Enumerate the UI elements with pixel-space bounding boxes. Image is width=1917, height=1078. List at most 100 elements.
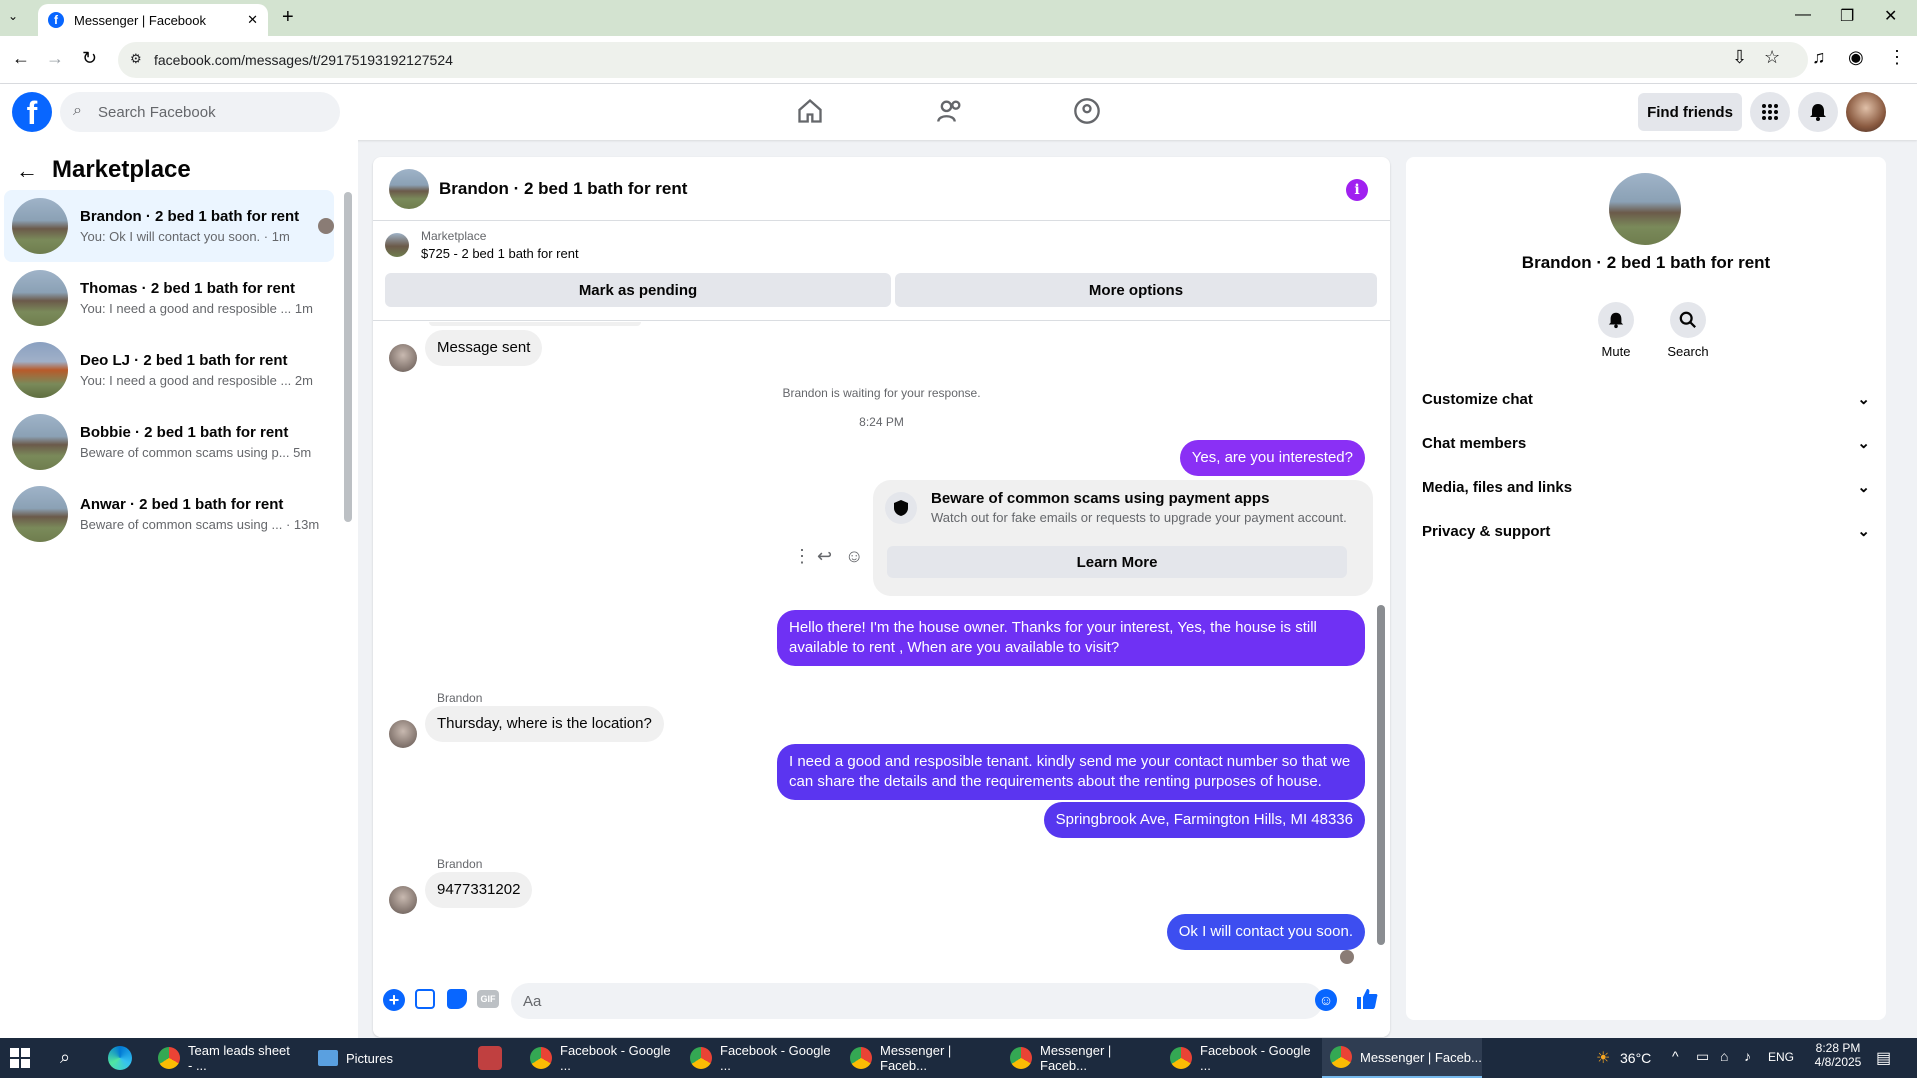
media-control-icon[interactable]: ♫ (1812, 47, 1826, 68)
conversation-item[interactable]: Brandon · 2 bed 1 bath for rent You: Ok … (4, 190, 334, 262)
temperature[interactable]: 36°C (1620, 1050, 1651, 1066)
new-tab-icon[interactable]: + (282, 6, 294, 29)
conversation-preview: You: Ok I will contact you soon. · 1m (80, 229, 290, 244)
sticker-icon[interactable] (447, 989, 467, 1009)
thread-scrollbar[interactable] (1377, 605, 1385, 945)
taskbar-app[interactable]: Facebook - Google ... (522, 1038, 672, 1078)
gif-icon[interactable]: GIF (477, 990, 499, 1008)
browser-tab[interactable]: f Messenger | Facebook ✕ (38, 4, 268, 36)
chat-title[interactable]: Brandon · 2 bed 1 bath for rent (439, 179, 687, 199)
windows-start-icon[interactable] (10, 1048, 30, 1068)
taskbar-app-label: Facebook - Google ... (560, 1043, 671, 1073)
message-bubble[interactable]: 9477331202 (425, 872, 533, 908)
media-files-row[interactable]: Media, files and links ⌄ (1422, 465, 1870, 509)
back-icon[interactable]: ← (12, 48, 30, 69)
clock-date: 4/8/2025 (1814, 1055, 1862, 1069)
list-scrollbar[interactable] (344, 192, 352, 522)
more-options-button[interactable]: More options (895, 273, 1377, 307)
message-bubble[interactable]: Springbrook Ave, Farmington Hills, MI 48… (1043, 802, 1365, 838)
message-bubble[interactable]: Thursday, where is the location? (425, 706, 664, 742)
notification-center-icon[interactable]: ▤ (1876, 1048, 1891, 1068)
search-input[interactable]: ⌕ Search Facebook (60, 92, 340, 132)
listing-title[interactable]: $725 - 2 bed 1 bath for rent (421, 246, 579, 261)
conversation-name: Thomas · 2 bed 1 bath for rent (80, 280, 296, 297)
message-bubble[interactable]: Yes, are you interested? (1179, 440, 1365, 476)
find-friends-button[interactable]: Find friends (1638, 93, 1742, 131)
volume-icon[interactable]: ♪ (1744, 1048, 1751, 1064)
chat-header: Brandon · 2 bed 1 bath for rent (373, 157, 1390, 221)
close-tab-icon[interactable]: ✕ (247, 12, 258, 28)
message-bubble[interactable]: Message sent (425, 330, 543, 366)
tab-list-icon[interactable]: ⌄ (8, 9, 18, 23)
taskbar-app[interactable]: Messenger | Faceb... (842, 1038, 992, 1078)
close-window-icon[interactable]: ✕ (1884, 6, 1897, 26)
scam-title: Beware of common scams using payment app… (931, 490, 1270, 507)
friends-icon[interactable] (936, 97, 964, 125)
like-thumb-icon[interactable] (1355, 987, 1379, 1011)
taskbar-app-active[interactable]: Messenger | Faceb... (1322, 1038, 1482, 1078)
more-actions-icon[interactable]: ⋮ (793, 546, 811, 567)
account-avatar[interactable] (1846, 92, 1886, 132)
chat-avatar[interactable] (389, 168, 429, 209)
install-app-icon[interactable]: ⇩ (1732, 47, 1747, 68)
photo-icon[interactable] (415, 989, 435, 1009)
weather-icon[interactable]: ☀ (1596, 1048, 1610, 1068)
taskbar-search-icon[interactable]: ⌕ (60, 1047, 70, 1068)
reply-icon[interactable]: ↩ (817, 546, 832, 567)
chat-members-row[interactable]: Chat members ⌄ (1422, 421, 1870, 465)
back-arrow-icon[interactable]: ← (16, 158, 38, 184)
mark-pending-button[interactable]: Mark as pending (385, 273, 891, 307)
react-emoji-icon[interactable]: ☺ (845, 546, 863, 567)
maximize-icon[interactable]: ❐ (1840, 6, 1854, 26)
facebook-header: f ⌕ Search Facebook Find friends (0, 84, 1917, 140)
taskbar-app[interactable]: Team leads sheet - ... (150, 1038, 296, 1078)
conversation-item[interactable]: Thomas · 2 bed 1 bath for rent You: I ne… (4, 262, 334, 334)
network-icon[interactable]: ⌂ (1720, 1048, 1728, 1064)
chevron-down-icon: ⌄ (1857, 391, 1870, 408)
emoji-icon[interactable]: ☺ (1315, 989, 1337, 1011)
reload-icon[interactable]: ↻ (82, 48, 97, 69)
taskbar-app[interactable]: Facebook - Google ... (682, 1038, 832, 1078)
profile-icon[interactable]: ◉ (1848, 47, 1864, 68)
meet-icon[interactable]: ▭ (1696, 1048, 1709, 1065)
tab-title: Messenger | Facebook (74, 12, 206, 28)
tray-chevron-icon[interactable]: ^ (1672, 1048, 1679, 1064)
message-bubble[interactable]: Ok I will contact you soon. (1166, 914, 1365, 950)
search-conversation-button[interactable]: Search (1648, 302, 1728, 359)
taskbar-app[interactable]: Pictures (310, 1038, 440, 1078)
forward-icon[interactable]: → (46, 48, 64, 69)
learn-more-button[interactable]: Learn More (887, 546, 1347, 578)
message-input[interactable]: Aa (511, 983, 1323, 1019)
message-bubble[interactable]: I need a good and resposible tenant. kin… (777, 744, 1365, 800)
conversation-item[interactable]: Deo LJ · 2 bed 1 bath for rent You: I ne… (4, 334, 334, 406)
notifications-bell-icon[interactable] (1798, 92, 1838, 132)
conversation-item[interactable]: Bobbie · 2 bed 1 bath for rent Beware of… (4, 406, 334, 478)
section-label: Chat members (1422, 434, 1527, 452)
home-icon[interactable] (796, 97, 824, 125)
taskbar-app[interactable]: Facebook - Google ... (1162, 1038, 1312, 1078)
minimize-icon[interactable]: — (1795, 6, 1811, 24)
app-icon[interactable] (478, 1046, 502, 1070)
clock[interactable]: 8:28 PM 4/8/2025 (1808, 1041, 1868, 1069)
groups-icon[interactable] (1073, 97, 1101, 125)
edge-icon[interactable] (108, 1046, 132, 1070)
facebook-logo-icon[interactable]: f (12, 92, 52, 132)
privacy-support-row[interactable]: Privacy & support ⌄ (1422, 509, 1870, 553)
browser-tab-bar: ⌄ f Messenger | Facebook ✕ + — ❐ ✕ (0, 0, 1917, 36)
plus-icon[interactable]: + (383, 989, 405, 1011)
details-avatar[interactable] (1609, 173, 1681, 245)
conversation-name: Brandon · 2 bed 1 bath for rent (80, 208, 300, 225)
site-info-icon[interactable]: ⚙ (130, 51, 142, 67)
bookmark-star-icon[interactable]: ☆ (1764, 47, 1780, 68)
message-bubble[interactable]: Hello there! I'm the house owner. Thanks… (777, 610, 1365, 666)
customize-chat-row[interactable]: Customize chat ⌄ (1422, 377, 1870, 421)
menu-grid-icon[interactable] (1750, 92, 1790, 132)
chrome-icon (1170, 1047, 1192, 1069)
conversation-item[interactable]: Anwar · 2 bed 1 bath for rent Beware of … (4, 478, 334, 550)
info-icon[interactable]: i (1346, 179, 1368, 201)
mute-button[interactable]: Mute (1576, 302, 1656, 359)
url-field[interactable]: ⚙ facebook.com/messages/t/29175193192127… (118, 42, 1808, 78)
language[interactable]: ENG (1768, 1050, 1794, 1064)
browser-menu-icon[interactable]: ⋮ (1888, 47, 1906, 68)
taskbar-app[interactable]: Messenger | Faceb... (1002, 1038, 1152, 1078)
